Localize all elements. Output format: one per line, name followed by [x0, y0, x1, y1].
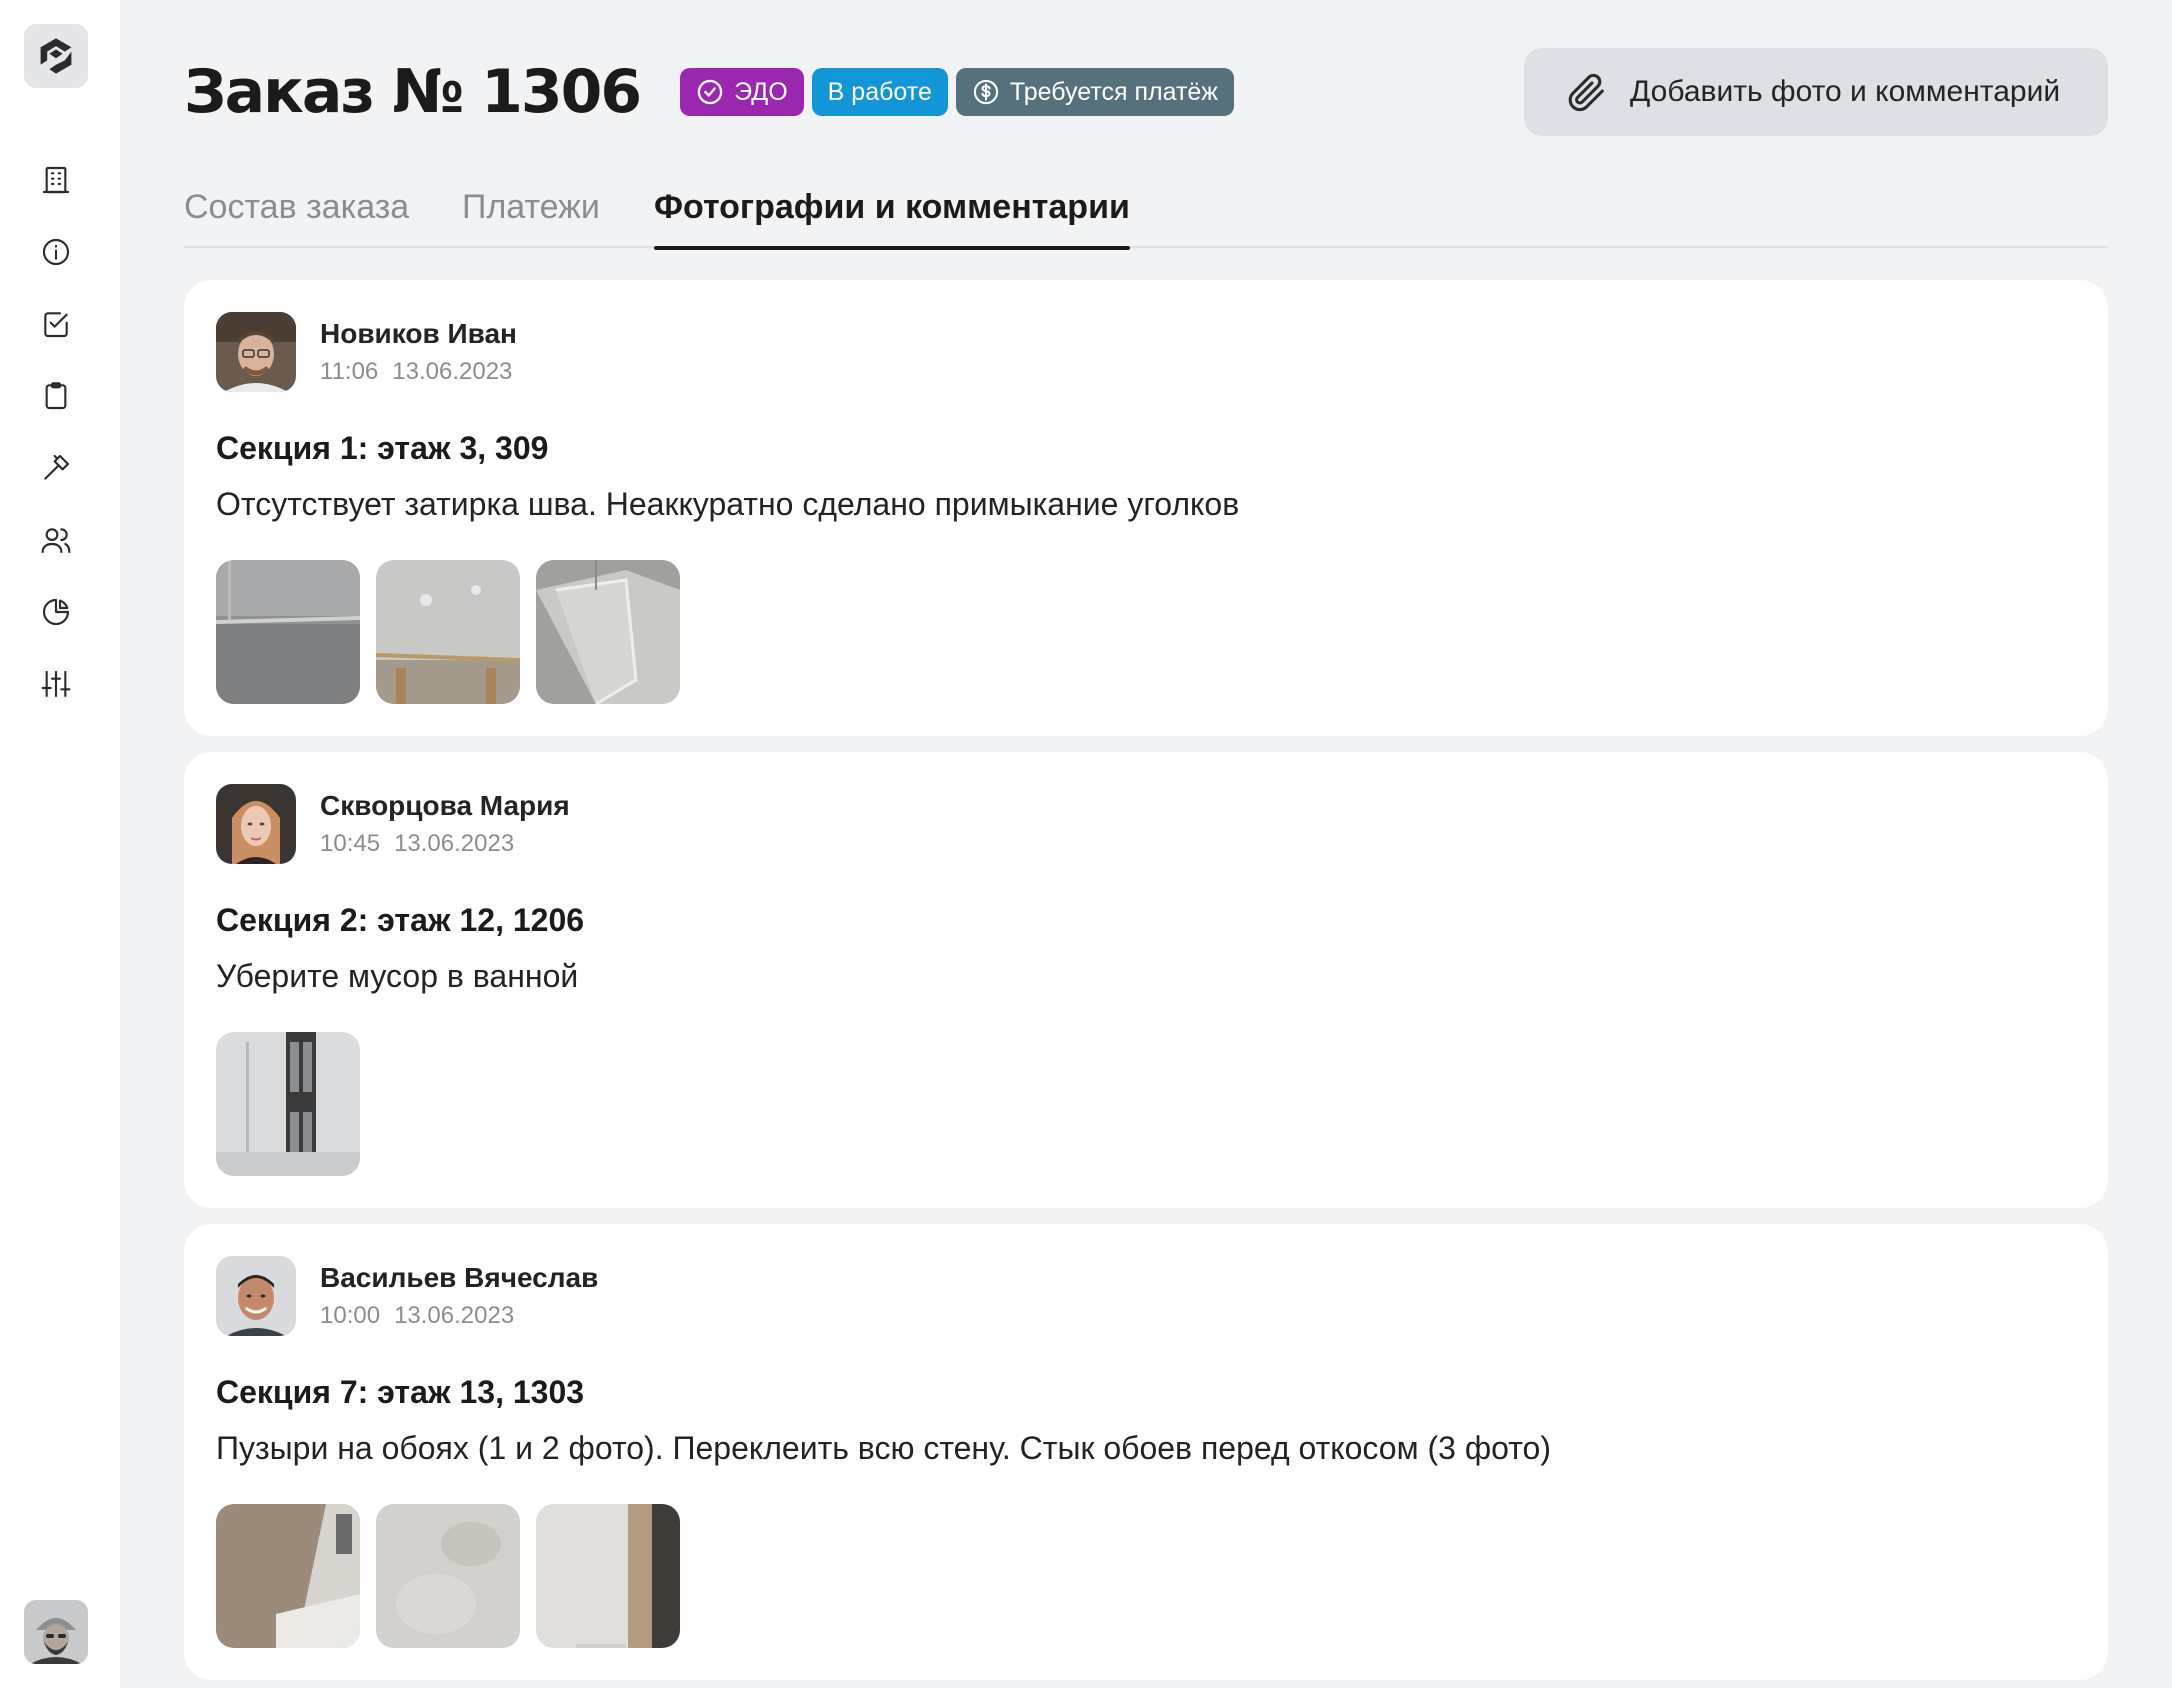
author-avatar [216, 1256, 296, 1336]
comment-text: Уберите мусор в ванной [216, 958, 579, 994]
status-badge: В работе [811, 68, 948, 116]
tab-payments[interactable]: Платежи [462, 188, 600, 248]
comment-section-title: Секция 2: этаж 12, 1206 [216, 902, 585, 938]
comment-text: Пузыри на обоях (1 и 2 фото). Переклеить… [216, 1430, 1551, 1466]
comment-time: 11:06 [320, 358, 379, 385]
comment-section-title: Секция 7: этаж 13, 1303 [216, 1374, 585, 1410]
author-name: Новиков Иван [320, 318, 517, 349]
comment-date: 13.06.2023 [394, 830, 515, 857]
user-avatar[interactable] [24, 1600, 88, 1664]
logo-icon[interactable] [24, 24, 88, 88]
comment-meta: 10:45 13.06.2023 [320, 830, 514, 858]
payment-badge-label: Требуется платёж [1009, 77, 1219, 106]
comment-card: Васильев Вячеслав 10:00 13.06.2023 Секция… [184, 1224, 2108, 1680]
users-icon[interactable] [37, 521, 75, 559]
comment-time: 10:00 [320, 1302, 381, 1329]
tab-label: Платежи [462, 188, 600, 226]
comment-card: Скворцова Мария 10:45 13.06.2023 Секция 2… [184, 752, 2108, 1208]
active-tab-indicator [654, 246, 1130, 250]
status-badge-label: В работе [827, 77, 932, 106]
edo-badge-label: ЭДО [734, 77, 788, 106]
photo-gallery [216, 1032, 360, 1176]
tab-order-composition[interactable]: Состав заказа [184, 188, 409, 248]
author-avatar [216, 784, 296, 864]
photo-thumbnail[interactable] [536, 560, 680, 704]
comment-time: 10:45 [320, 830, 381, 857]
tab-label: Состав заказа [184, 188, 410, 226]
tab-label: Фотографии и комментарии [654, 188, 1130, 226]
tabs: Состав заказа Платежи Фотографии и комме… [184, 180, 2108, 250]
comment-section-title: Секция 1: этаж 3, 309 [216, 430, 549, 466]
task-check-icon[interactable] [37, 305, 75, 343]
clipboard-icon[interactable] [37, 377, 75, 415]
sliders-icon[interactable] [37, 665, 75, 703]
payment-badge: Требуется платёж [955, 68, 1235, 116]
check-circle-icon [697, 79, 723, 105]
comment-date: 13.06.2023 [392, 358, 513, 385]
author-avatar [216, 312, 296, 392]
comment-meta: 11:06 13.06.2023 [320, 358, 512, 386]
comment-card: Новиков Иван 11:06 13.06.2023 Секция 1: э… [184, 280, 2108, 736]
photo-gallery [216, 1504, 680, 1648]
pie-chart-icon[interactable] [37, 593, 75, 631]
hammer-icon[interactable] [37, 449, 75, 487]
status-badges: ЭДО В работе Требуется платёж [680, 68, 1235, 116]
comment-date: 13.06.2023 [394, 1302, 515, 1329]
photo-thumbnail[interactable] [216, 560, 360, 704]
sidebar [0, 0, 120, 1688]
tab-photos-comments[interactable]: Фотографии и комментарии [654, 188, 1130, 250]
comment-meta: 10:00 13.06.2023 [320, 1302, 514, 1330]
paperclip-icon [1568, 73, 1604, 112]
photo-thumbnail[interactable] [376, 1504, 520, 1648]
author-name: Скворцова Мария [320, 790, 570, 821]
photo-thumbnail[interactable] [216, 1032, 360, 1176]
add-photo-comment-label: Добавить фото и комментарий [1630, 75, 2061, 108]
header: Заказ № 1306 ЭДО В работе Требуется плат… [184, 52, 1235, 132]
page-title: Заказ № 1306 [184, 57, 642, 127]
dollar-coin-icon [973, 79, 998, 105]
building-icon[interactable] [37, 161, 75, 199]
photo-thumbnail[interactable] [376, 560, 520, 704]
photo-thumbnail[interactable] [216, 1504, 360, 1648]
add-photo-comment-button[interactable]: Добавить фото и комментарий [1524, 48, 2108, 136]
comment-text: Отсутствует затирка шва. Неаккуратно сде… [216, 486, 1240, 522]
edo-badge: ЭДО [680, 68, 804, 116]
author-name: Васильев Вячеслав [320, 1262, 599, 1293]
info-icon[interactable] [37, 233, 75, 271]
photo-gallery [216, 560, 680, 704]
photo-thumbnail[interactable] [536, 1504, 680, 1648]
